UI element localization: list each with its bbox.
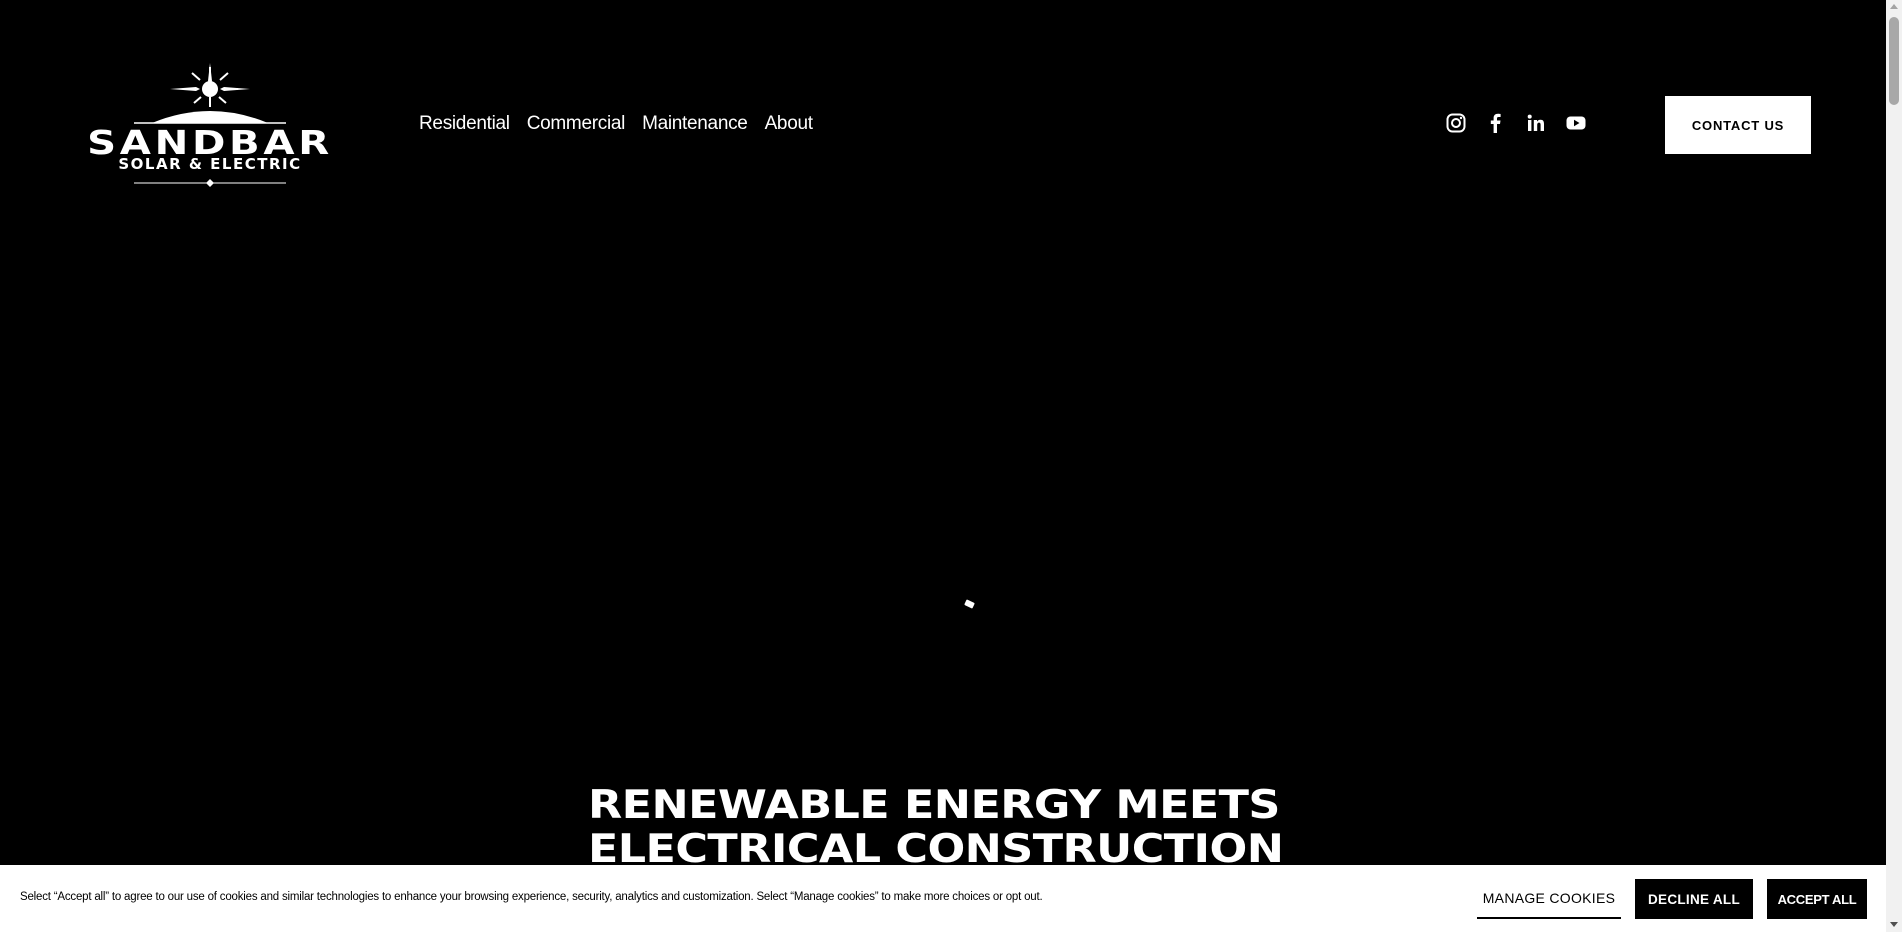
loading-indicator [964,599,975,609]
social-links [1446,113,1586,133]
nav-maintenance[interactable]: Maintenance [642,112,748,136]
manage-cookies-button[interactable]: MANAGE COOKIES [1477,879,1621,919]
accept-all-button[interactable]: ACCEPT ALL [1767,879,1867,919]
hero-title: RENEWABLE ENERGY MEETS ELECTRICAL CONSTR… [588,784,1409,872]
nav-commercial[interactable]: Commercial [527,112,626,136]
scroll-up-arrow-icon[interactable] [1890,4,1898,9]
instagram-icon[interactable] [1446,113,1466,133]
linkedin-icon[interactable] [1526,113,1546,133]
site-header: SANDBAR SOLAR & ELECTRIC Residential Com… [0,0,1886,240]
site-logo[interactable]: SANDBAR SOLAR & ELECTRIC [74,63,346,187]
decline-all-button[interactable]: DECLINE ALL [1635,879,1753,919]
youtube-icon[interactable] [1566,113,1586,133]
logo-tagline: SOLAR & ELECTRIC [118,155,302,173]
nav-about[interactable]: About [765,112,813,136]
hero-title-line-1: RENEWABLE ENERGY MEETS [588,783,1280,828]
scrollbar-thumb[interactable] [1889,17,1899,105]
facebook-icon[interactable] [1486,113,1506,133]
contact-us-button[interactable]: CONTACT US [1665,96,1811,154]
nav-residential[interactable]: Residential [419,112,510,136]
page-scrollbar[interactable] [1886,0,1902,932]
cookie-banner: Select “Accept all” to agree to our use … [0,865,1886,932]
cookie-message: Select “Accept all” to agree to our use … [20,891,1043,903]
scroll-down-arrow-icon[interactable] [1890,922,1898,927]
main-nav: Residential Commercial Maintenance About [419,112,813,136]
